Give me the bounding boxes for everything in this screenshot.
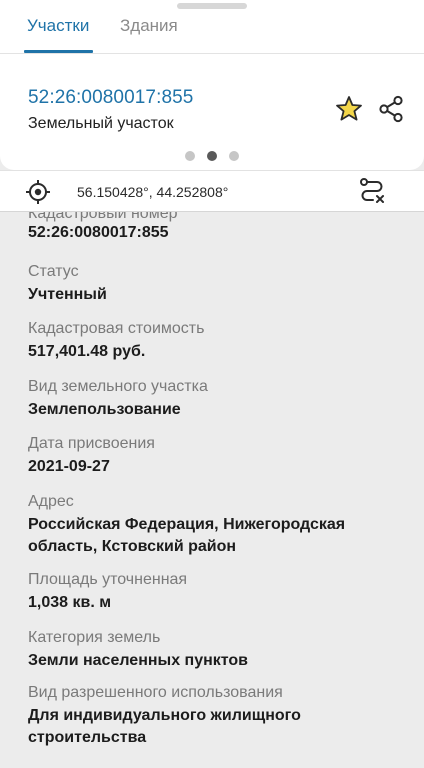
- detail-label: Категория земель: [28, 629, 161, 646]
- detail-item-permitted-use: Вид разрешенного использования Для индив…: [28, 683, 408, 749]
- detail-item-status: Статус Учтенный: [28, 262, 408, 306]
- detail-label: Вид разрешенного использования: [28, 684, 283, 701]
- favorite-button[interactable]: [334, 94, 364, 124]
- detail-value: 517,401.48 руб.: [28, 343, 146, 360]
- share-icon: [379, 95, 403, 123]
- detail-label: Кадастровая стоимость: [28, 320, 205, 337]
- tab-parcels[interactable]: Участки: [27, 16, 89, 36]
- parcel-card: Участки Здания 52:26:0080017:855 Земельн…: [0, 0, 424, 170]
- detail-label: Вид земельного участка: [28, 378, 208, 395]
- detail-value: Для индивидуального жилищного строительс…: [28, 707, 301, 746]
- share-button[interactable]: [376, 94, 406, 124]
- detail-item-area: Площадь уточненная 1,038 кв. м: [28, 570, 408, 614]
- detail-item-land-category: Категория земель Земли населенных пункто…: [28, 628, 408, 672]
- detail-item-address: Адрес Российская Федерация, Нижегородска…: [28, 492, 408, 558]
- tab-buildings[interactable]: Здания: [120, 16, 178, 36]
- detail-label: Дата присвоения: [28, 435, 155, 452]
- route-icon: [360, 178, 384, 203]
- crosshair-icon: [26, 180, 50, 204]
- parcel-type: Земельный участок: [28, 115, 174, 132]
- details-list[interactable]: Кадастровый номер 52:26:0080017:855 Стат…: [0, 212, 424, 768]
- detail-value: Российская Федерация, Нижегородская обла…: [28, 516, 346, 555]
- detail-value: Землепользование: [28, 401, 181, 418]
- detail-item-assigned-date: Дата присвоения 2021-09-27: [28, 434, 408, 478]
- page-dot[interactable]: [229, 151, 239, 161]
- tabs-divider: [0, 53, 424, 54]
- detail-label: Статус: [28, 263, 79, 280]
- detail-label: Адрес: [28, 493, 74, 510]
- detail-value: Учтенный: [28, 286, 107, 303]
- page-dot[interactable]: [185, 151, 195, 161]
- route-button[interactable]: [357, 176, 387, 206]
- page-indicator: [184, 150, 240, 162]
- parcel-number[interactable]: 52:26:0080017:855: [28, 87, 193, 109]
- detail-item-cadastral-value: Кадастровая стоимость 517,401.48 руб.: [28, 319, 408, 363]
- page-dot-active[interactable]: [207, 151, 217, 161]
- detail-value-cadastral-number: 52:26:0080017:855: [28, 224, 169, 241]
- screen: Участки Здания 52:26:0080017:855 Земельн…: [0, 0, 424, 768]
- coordinates-text[interactable]: 56.150428°, 44.252808°: [77, 183, 228, 201]
- coordinates-bar: 56.150428°, 44.252808°: [0, 170, 424, 212]
- detail-value: Земли населенных пунктов: [28, 652, 249, 669]
- locate-button[interactable]: [25, 179, 51, 205]
- detail-value: 1,038 кв. м: [28, 594, 112, 611]
- detail-value: 2021-09-27: [28, 458, 110, 475]
- detail-item-land-kind: Вид земельного участка Землепользование: [28, 377, 408, 421]
- detail-label: Площадь уточненная: [28, 571, 188, 588]
- tab-bar: Участки Здания: [0, 0, 424, 54]
- star-icon: [336, 96, 362, 121]
